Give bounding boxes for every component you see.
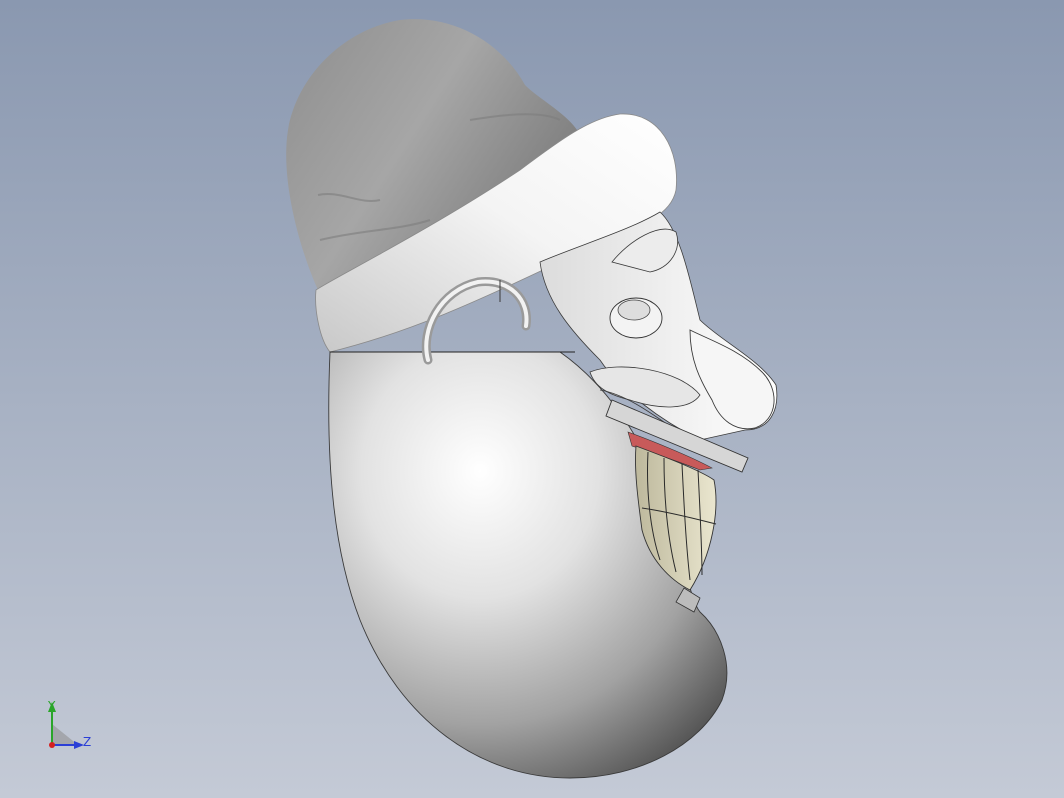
axis-triad: Y Z — [47, 699, 91, 749]
model-view[interactable] — [0, 0, 1064, 798]
y-axis-label: Y — [47, 699, 56, 713]
x-axis-origin — [49, 742, 55, 748]
graphics-viewport[interactable]: Y Z — [0, 0, 1064, 798]
z-axis-label: Z — [83, 735, 91, 749]
